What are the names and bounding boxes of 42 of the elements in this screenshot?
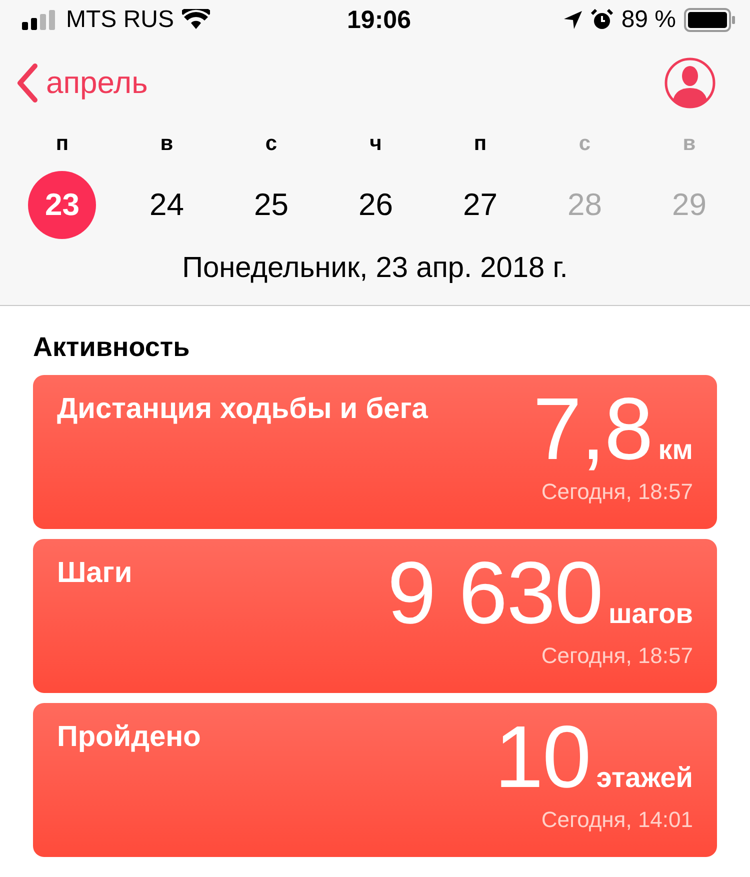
weekday-letter: с — [578, 131, 592, 157]
clock-time: 19:06 — [347, 6, 411, 34]
signal-icon — [22, 10, 58, 30]
activity-card[interactable]: Пройдено 10 этажей Сегодня, 14:01 — [33, 703, 717, 857]
card-time: Сегодня, 14:01 — [541, 807, 693, 833]
card-unit: шагов — [608, 598, 693, 630]
card-title: Дистанция ходьбы и бега — [57, 393, 428, 427]
weekday-letter: с — [264, 131, 278, 157]
location-arrow-icon — [563, 10, 584, 30]
card-value: 10 — [494, 713, 590, 801]
day-button[interactable]: 27 — [446, 171, 514, 239]
back-button[interactable]: апрель — [16, 63, 148, 103]
wifi-icon — [182, 9, 210, 31]
profile-icon[interactable] — [664, 57, 716, 109]
day-button[interactable]: 23 — [28, 171, 96, 239]
card-unit: этажей — [596, 762, 693, 794]
weekday-letter: в — [159, 131, 174, 157]
weekday-letter: п — [54, 131, 70, 157]
battery-percent: 89 % — [621, 6, 676, 34]
carrier-name: MTS RUS — [66, 6, 174, 34]
selected-date: Понедельник, 23 апр. 2018 г. — [181, 251, 569, 286]
weekday-letter: ч — [368, 131, 383, 157]
activity-card[interactable]: Дистанция ходьбы и бега 7,8 км Сегодня, 18:57 — [33, 375, 717, 529]
card-title: Пройдено — [57, 721, 201, 755]
chevron-left-icon — [16, 63, 38, 103]
day-button[interactable]: 24 — [132, 171, 201, 239]
day-button[interactable]: 29 — [655, 171, 724, 239]
weekday-letter: в — [682, 131, 697, 157]
card-title: Шаги — [57, 557, 132, 591]
section-title: Активность — [33, 332, 191, 363]
alarm-clock-icon — [591, 9, 614, 31]
card-value: 7,8 — [532, 385, 652, 473]
card-time: Сегодня, 18:57 — [541, 643, 693, 669]
weekday-letter: п — [472, 131, 488, 157]
activity-card[interactable]: Шаги 9 630 шагов Сегодня, 18:57 — [33, 539, 717, 693]
card-time: Сегодня, 18:57 — [541, 479, 693, 505]
day-button[interactable]: 28 — [550, 171, 619, 239]
day-button[interactable]: 25 — [237, 171, 306, 239]
card-value: 9 630 — [387, 549, 602, 637]
card-unit: км — [658, 434, 693, 466]
day-button[interactable]: 26 — [342, 171, 410, 239]
battery-icon — [684, 8, 736, 32]
